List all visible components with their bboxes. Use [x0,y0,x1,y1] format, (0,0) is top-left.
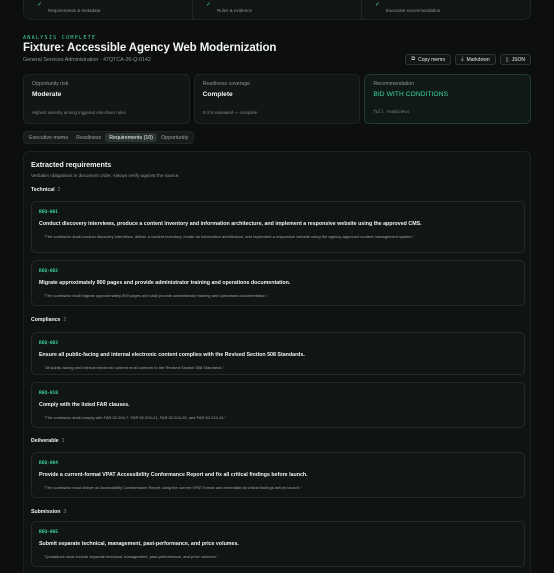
requirements-panel: Extracted requirements Verbatim obligati… [23,151,531,573]
group-heading-technical: Technical 2 [31,187,60,193]
json-button[interactable]: ▯ JSON [499,54,531,65]
copy-icon: ⧉ [411,56,416,62]
requirement-quote: "The contractor must deliver an Accessib… [44,485,302,490]
requirement-id: REQ-002 [39,269,58,274]
recommendation-value: BID WITH CONDITIONS [373,91,449,98]
requirement-id: REQ-010 [39,391,58,396]
readiness-value: Complete [202,91,233,98]
group-count: 3 [63,509,67,515]
tab-executive-memo[interactable]: Executive memo [25,133,72,142]
copy-memo-label: Copy memo [418,56,446,63]
requirement-card[interactable]: REQ-004 Provide a current-format VPAT Ac… [31,452,525,498]
panel-title: Extracted requirements [31,160,112,169]
group-heading-compliance: Compliance 2 [31,317,66,323]
file-icon: ▯ [505,56,509,63]
json-label: JSON [511,56,525,63]
page-title: Fixture: Accessible Agency Web Moderniza… [23,42,277,54]
group-heading-submission: Submission 3 [31,509,66,515]
view-tabs: Executive memo Readiness Requirements (1… [23,131,195,144]
requirement-quote: "The contractor shall comply with FAR 52… [44,415,227,420]
readiness-card: Readiness coverage Complete 8 of 8 evalu… [193,74,361,124]
requirement-id: REQ-003 [39,341,58,346]
group-count: 2 [57,187,61,193]
group-count: 1 [61,438,65,444]
check-icon: ✓ [375,2,381,8]
step-requirements: ✓ Requirements & metadata [24,0,192,19]
panel-subtitle: Verbatim obligations in document order. … [31,173,180,178]
readiness-note: 8 of 8 evaluated — complete [202,110,258,115]
group-count: 2 [63,317,67,323]
step-label: Requirements & metadata [48,8,101,13]
export-actions: ⧉ Copy memo ⤓ Markdown ▯ JSON [405,54,531,65]
requirement-text: Submit separate technical, management, p… [39,541,239,547]
step-rules: ✓ Rules & evidence [193,0,361,19]
page-subtitle: General Services Administration · 47QTCA… [23,57,151,63]
tab-readiness[interactable]: Readiness [72,133,105,142]
readiness-label: Readiness coverage [202,81,250,87]
requirement-id: REQ-005 [39,530,58,535]
risk-note: Highest severity among triggered risk-dr… [32,110,126,115]
summary-cards: Opportunity risk Moderate Highest severi… [23,74,532,124]
requirement-card[interactable]: REQ-002 Migrate approximately 800 pages … [31,260,525,306]
markdown-button[interactable]: ⤓ Markdown [455,54,496,65]
group-name: Submission [31,509,61,515]
requirement-card[interactable]: REQ-005 Submit separate technical, manag… [31,521,525,567]
requirement-quote: "The contractor shall migrate approximat… [44,293,269,298]
status-eyebrow: ANALYSIS COMPLETE [23,35,97,41]
group-name: Compliance [31,317,61,323]
requirement-text: Conduct discovery interviews, produce a … [39,221,422,227]
check-icon: ✓ [206,2,212,8]
group-name: Deliverable [31,438,59,444]
recommendation-note: full readiness [373,110,410,115]
recommendation-card: Recommendation BID WITH CONDITIONS full … [364,74,532,124]
requirement-quote: "Quotations must include separate techni… [44,554,219,559]
risk-card: Opportunity risk Moderate Highest severi… [23,74,190,124]
tab-requirements[interactable]: Requirements (10) [105,133,158,142]
copy-memo-button[interactable]: ⧉ Copy memo [405,54,452,65]
markdown-label: Markdown [466,56,490,63]
step-label: Executive recommendation [386,8,441,13]
risk-value: Moderate [32,91,62,98]
requirement-text: Migrate approximately 800 pages and prov… [39,280,291,286]
group-heading-deliverable: Deliverable 1 [31,438,65,444]
recommendation-label: Recommendation [373,81,415,87]
step-recommendation: ✓ Executive recommendation [362,0,530,19]
progress-steps: ✓ Requirements & metadata ✓ Rules & evid… [23,0,531,20]
requirement-card[interactable]: REQ-010 Comply with the listed FAR claus… [31,382,525,428]
requirement-id: REQ-004 [39,461,58,466]
check-icon: ✓ [37,2,43,8]
requirement-text: Provide a current-format VPAT Accessibil… [39,472,308,478]
requirement-card[interactable]: REQ-003 Ensure all public-facing and int… [31,332,525,375]
requirement-card[interactable]: REQ-001 Conduct discovery interviews, pr… [31,201,525,253]
requirement-text: Ensure all public-facing and internal el… [39,352,305,358]
tab-opportunity[interactable]: Opportunity [157,133,192,142]
requirement-id: REQ-001 [39,210,58,215]
requirement-text: Comply with the listed FAR clauses. [39,402,130,408]
group-name: Technical [31,187,55,193]
download-icon: ⤓ [461,56,464,62]
risk-label: Opportunity risk [32,81,69,87]
step-label: Rules & evidence [217,8,253,13]
requirement-quote: "All public-facing and internal electron… [44,365,225,370]
requirement-quote: "The contractor shall conduct discovery … [44,234,415,239]
